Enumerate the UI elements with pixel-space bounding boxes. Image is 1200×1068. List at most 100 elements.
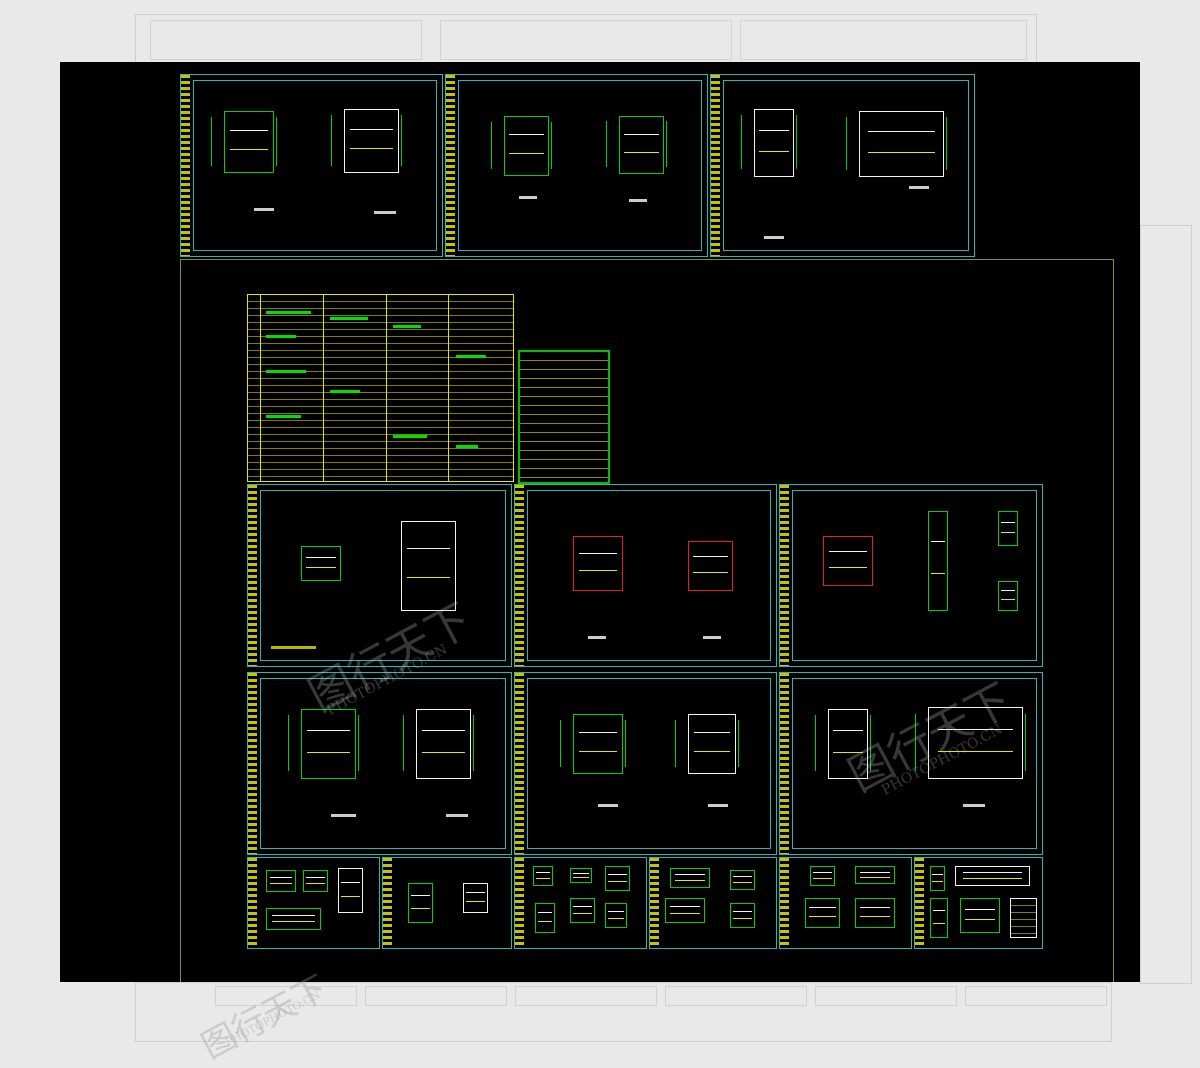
dimension-line (401, 114, 412, 166)
rear-elevation-drawing (560, 714, 626, 774)
wall-detail-drawing (998, 511, 1018, 546)
detail-drawing (930, 898, 948, 938)
background-rule (815, 986, 957, 1006)
drawing-caption (963, 804, 985, 807)
plan-sheet-1[interactable] (247, 484, 512, 667)
detail-drawing (855, 866, 895, 884)
detail-sheet-3[interactable] (514, 857, 647, 949)
table-column-line (260, 295, 261, 481)
title-block-strip (181, 75, 190, 256)
drawing-caption (519, 196, 537, 199)
section-a-drawing (741, 109, 797, 177)
detail-sheet-2[interactable] (382, 857, 512, 949)
title-block-strip (650, 858, 659, 948)
drawing-list[interactable] (518, 350, 610, 484)
title-block-strip (780, 485, 789, 666)
section-sheet-1[interactable] (710, 74, 975, 257)
front-elevation-drawing (211, 111, 277, 173)
cad-model-space-canvas[interactable]: 图行天下 PHOTOPHOTO.CN 图行天下 PHOTOPHOTO.CN (60, 62, 1140, 982)
detail-drawing (605, 903, 627, 928)
background-rule (965, 986, 1107, 1006)
dimension-line (738, 719, 749, 768)
detail-drawing (570, 868, 592, 883)
table-note-text (456, 355, 486, 358)
drawing-caption (588, 636, 606, 639)
title-block-strip (915, 858, 924, 948)
dimension-line (276, 116, 287, 166)
detail-drawing (408, 883, 433, 923)
dimension-line (288, 715, 299, 772)
second-floor-plan-drawing (688, 541, 733, 591)
title-block-strip (446, 75, 455, 256)
drawing-caption (446, 814, 468, 817)
detail-drawing (535, 903, 555, 933)
side-elevation-drawing (403, 709, 474, 779)
dimension-line (403, 715, 414, 772)
sheet-inner-border (792, 678, 1037, 849)
left-elevation-drawing (675, 714, 739, 774)
detail-sheet-4[interactable] (649, 857, 777, 949)
ground-floor-plan-drawing (401, 521, 456, 611)
detail-drawing (855, 898, 895, 928)
title-block-strip (248, 858, 257, 948)
detail-drawing (670, 868, 710, 888)
site-plan-drawing (301, 546, 341, 581)
detail-drawing (303, 870, 328, 892)
dimension-line (560, 719, 571, 768)
dimension-line (358, 715, 369, 772)
dimension-line (491, 121, 502, 170)
detail-drawing (730, 870, 755, 890)
detail-drawing (266, 870, 296, 892)
drawing-caption (909, 186, 929, 189)
detail-drawing (810, 866, 835, 886)
detail-sheet-5[interactable] (779, 857, 912, 949)
dimension-line (625, 719, 636, 768)
title-block-strip (248, 485, 257, 666)
section-sheet-2[interactable] (779, 672, 1043, 855)
table-note-text (456, 445, 478, 448)
side-elevation-drawing (331, 109, 402, 173)
detail-sheet-1[interactable] (247, 857, 380, 949)
detail-drawing (955, 866, 1030, 886)
elevation-sheet-4[interactable] (514, 672, 777, 855)
detail-legend-table (1010, 898, 1037, 938)
detail-drawing (570, 898, 595, 923)
table-note-text (330, 390, 360, 393)
detail-drawing (605, 866, 630, 891)
drawing-caption (629, 199, 647, 202)
detail-drawing (266, 908, 321, 930)
detail-drawing (533, 866, 553, 886)
stair-section-drawing (928, 511, 948, 611)
roof-plan-sheet[interactable] (779, 484, 1043, 667)
table-note-text (330, 317, 368, 320)
elevation-sheet-3[interactable] (247, 672, 512, 855)
drawing-caption (254, 208, 274, 211)
detail-drawing (805, 898, 840, 928)
plan-sheet-2[interactable] (514, 484, 777, 667)
title-block-strip (780, 858, 789, 948)
background-sheet-frame (1140, 225, 1192, 984)
background-rule (365, 986, 507, 1006)
sheet-inner-border (458, 80, 702, 251)
sheet-inner-border (527, 490, 771, 661)
sheet-inner-border (193, 80, 437, 251)
sheet-inner-border (260, 490, 506, 661)
elevation-sheet-2[interactable] (445, 74, 708, 257)
first-floor-plan-drawing (573, 536, 623, 591)
drawing-caption (374, 211, 396, 214)
dimension-line (666, 121, 677, 168)
dimension-line (1025, 713, 1036, 771)
table-note-text (266, 370, 306, 373)
background-rule (440, 20, 732, 60)
elevation-sheet-1[interactable] (180, 74, 443, 257)
drawing-caption (708, 804, 728, 807)
detail-sheet-6[interactable] (914, 857, 1043, 949)
detail-drawing (960, 898, 1000, 933)
dimension-line (675, 719, 686, 768)
node-detail-drawing (998, 581, 1018, 611)
title-block-strip (383, 858, 392, 948)
design-notes-table[interactable] (247, 294, 514, 482)
background-rule (150, 20, 422, 60)
dimension-line (796, 115, 807, 170)
roof-plan-drawing (823, 536, 873, 586)
